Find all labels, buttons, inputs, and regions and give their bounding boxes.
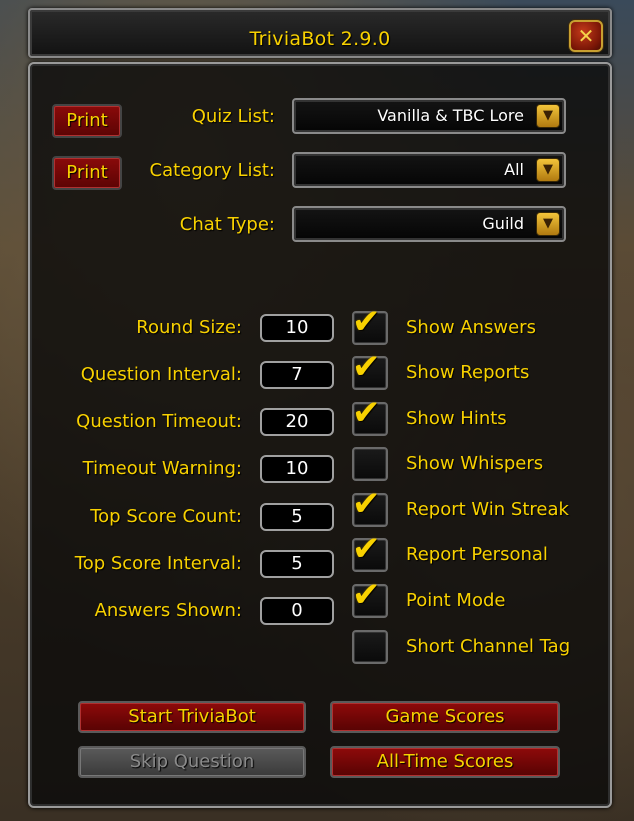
top-score-count-label: Top Score Count: xyxy=(90,506,242,527)
game-scores-button[interactable]: Game Scores xyxy=(330,701,560,733)
chat-type-label: Chat Type: xyxy=(179,214,275,235)
report-win-streak-checkbox[interactable]: ✔ xyxy=(352,487,388,527)
checkmark-icon: ✔ xyxy=(352,302,381,342)
timeout-warning-input[interactable]: 10 xyxy=(260,455,334,483)
top-score-count-input[interactable]: 5 xyxy=(260,503,334,531)
point-mode-label: Point Mode xyxy=(406,590,506,611)
show-reports-label: Show Reports xyxy=(406,362,530,383)
chevron-down-icon[interactable]: ▼ xyxy=(536,212,560,236)
report-personal-checkbox[interactable]: ✔ xyxy=(352,532,388,572)
all-time-scores-button[interactable]: All-Time Scores xyxy=(330,746,560,778)
question-timeout-label: Question Timeout: xyxy=(76,411,242,432)
skip-question-button[interactable]: Skip Question xyxy=(78,746,306,778)
show-hints-label: Show Hints xyxy=(406,408,507,429)
round-size-label: Round Size: xyxy=(136,317,242,338)
chat-type-dropdown[interactable]: Guild ▼ xyxy=(292,206,566,242)
checkmark-icon: ✔ xyxy=(352,529,381,569)
show-reports-checkbox[interactable]: ✔ xyxy=(352,350,388,390)
answers-shown-input[interactable]: 0 xyxy=(260,597,334,625)
quiz-list-dropdown[interactable]: Vanilla & TBC Lore ▼ xyxy=(292,98,566,134)
close-icon: ✕ xyxy=(577,24,595,48)
answers-shown-label: Answers Shown: xyxy=(94,600,242,621)
checkmark-icon: ✔ xyxy=(352,575,381,615)
chat-type-value: Guild xyxy=(482,214,524,233)
category-list-dropdown[interactable]: All ▼ xyxy=(292,152,566,188)
title-bar[interactable]: TriviaBot 2.9.0 xyxy=(28,8,612,58)
short-channel-tag-checkbox[interactable] xyxy=(352,630,388,664)
start-triviabot-button[interactable]: Start TriviaBot xyxy=(78,701,306,733)
question-interval-label: Question Interval: xyxy=(80,364,242,385)
window-title: TriviaBot 2.9.0 xyxy=(249,28,391,50)
quiz-print-button[interactable]: Print xyxy=(52,104,122,138)
close-button[interactable]: ✕ xyxy=(569,20,603,52)
show-hints-checkbox[interactable]: ✔ xyxy=(352,396,388,436)
category-print-button[interactable]: Print xyxy=(52,156,122,190)
timeout-warning-label: Timeout Warning: xyxy=(82,458,242,479)
chevron-down-icon[interactable]: ▼ xyxy=(536,104,560,128)
report-personal-label: Report Personal xyxy=(406,544,548,565)
checkmark-icon: ✔ xyxy=(352,484,381,524)
short-channel-tag-label: Short Channel Tag xyxy=(406,636,571,657)
quiz-list-value: Vanilla & TBC Lore xyxy=(377,106,524,125)
report-win-streak-label: Report Win Streak xyxy=(406,499,569,520)
top-score-interval-label: Top Score Interval: xyxy=(74,553,242,574)
point-mode-checkbox[interactable]: ✔ xyxy=(352,578,388,618)
top-score-interval-input[interactable]: 5 xyxy=(260,550,334,578)
category-list-value: All xyxy=(504,160,524,179)
question-interval-input[interactable]: 7 xyxy=(260,361,334,389)
show-answers-label: Show Answers xyxy=(406,317,536,338)
quiz-list-label: Quiz List: xyxy=(191,106,275,127)
round-size-input[interactable]: 10 xyxy=(260,314,334,342)
show-answers-checkbox[interactable]: ✔ xyxy=(352,305,388,345)
question-timeout-input[interactable]: 20 xyxy=(260,408,334,436)
chevron-down-icon[interactable]: ▼ xyxy=(536,158,560,182)
show-whispers-checkbox[interactable] xyxy=(352,447,388,481)
checkmark-icon: ✔ xyxy=(352,347,381,387)
checkmark-icon: ✔ xyxy=(352,393,381,433)
show-whispers-label: Show Whispers xyxy=(406,453,544,474)
category-list-label: Category List: xyxy=(149,160,275,181)
